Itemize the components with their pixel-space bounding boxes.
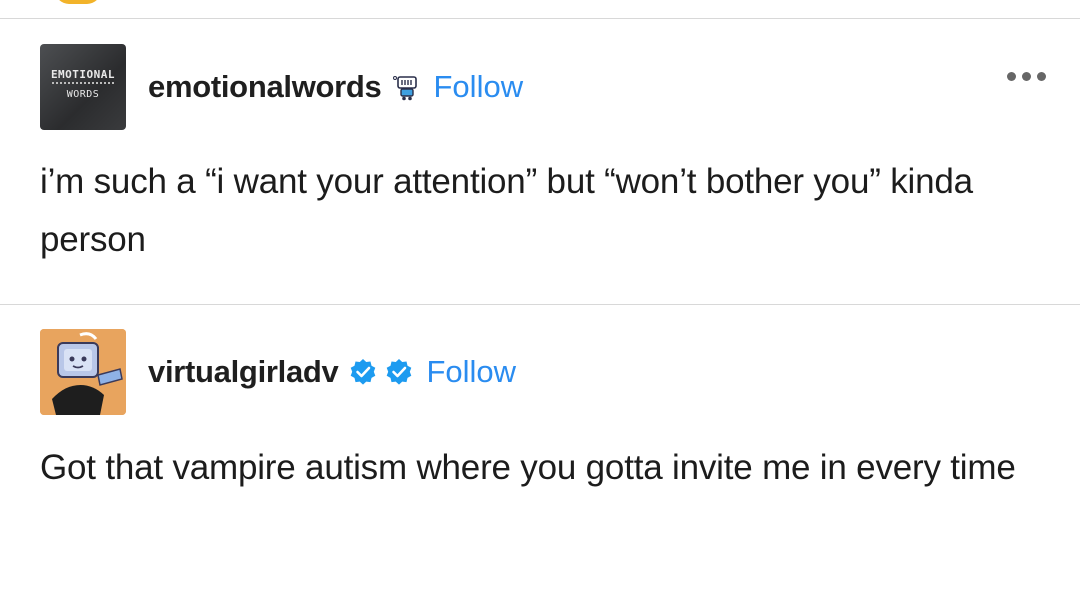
post-header: virtualgirladv Follow [40, 329, 516, 415]
post-header: EMOTIONAL WORDS emotionalwords Follow [40, 44, 523, 130]
more-dot [1007, 72, 1016, 81]
robot-badge-icon[interactable] [392, 72, 422, 102]
post-emotionalwords: EMOTIONAL WORDS emotionalwords Follow i’… [0, 19, 1080, 304]
verified-badge-icon [348, 357, 378, 387]
previous-post-avatar [55, 0, 101, 4]
more-options-icon[interactable] [1007, 72, 1046, 81]
post-body: Got that vampire autism where you gotta … [40, 448, 1016, 487]
avatar-text-line2: WORDS [66, 89, 100, 100]
avatar-rule [52, 82, 114, 86]
avatar-emotionalwords[interactable]: EMOTIONAL WORDS [40, 44, 126, 130]
avatar-virtualgirladv[interactable] [40, 329, 126, 415]
follow-button[interactable]: Follow [434, 69, 524, 105]
more-dot [1022, 72, 1031, 81]
verified-badge-icon [384, 357, 414, 387]
post-virtualgirladv: virtualgirladv Follow Got that vampire a… [0, 305, 1080, 593]
username[interactable]: emotionalwords [148, 69, 382, 105]
post-body: i’m such a “i want your attention” but “… [40, 162, 973, 259]
avatar-text-line1: EMOTIONAL [50, 68, 116, 81]
username[interactable]: virtualgirladv [148, 354, 339, 390]
follow-button[interactable]: Follow [426, 354, 516, 390]
more-dot [1037, 72, 1046, 81]
dashboard-page: EMOTIONAL WORDS emotionalwords Follow i’… [0, 0, 1080, 593]
avatar-image [40, 329, 126, 415]
